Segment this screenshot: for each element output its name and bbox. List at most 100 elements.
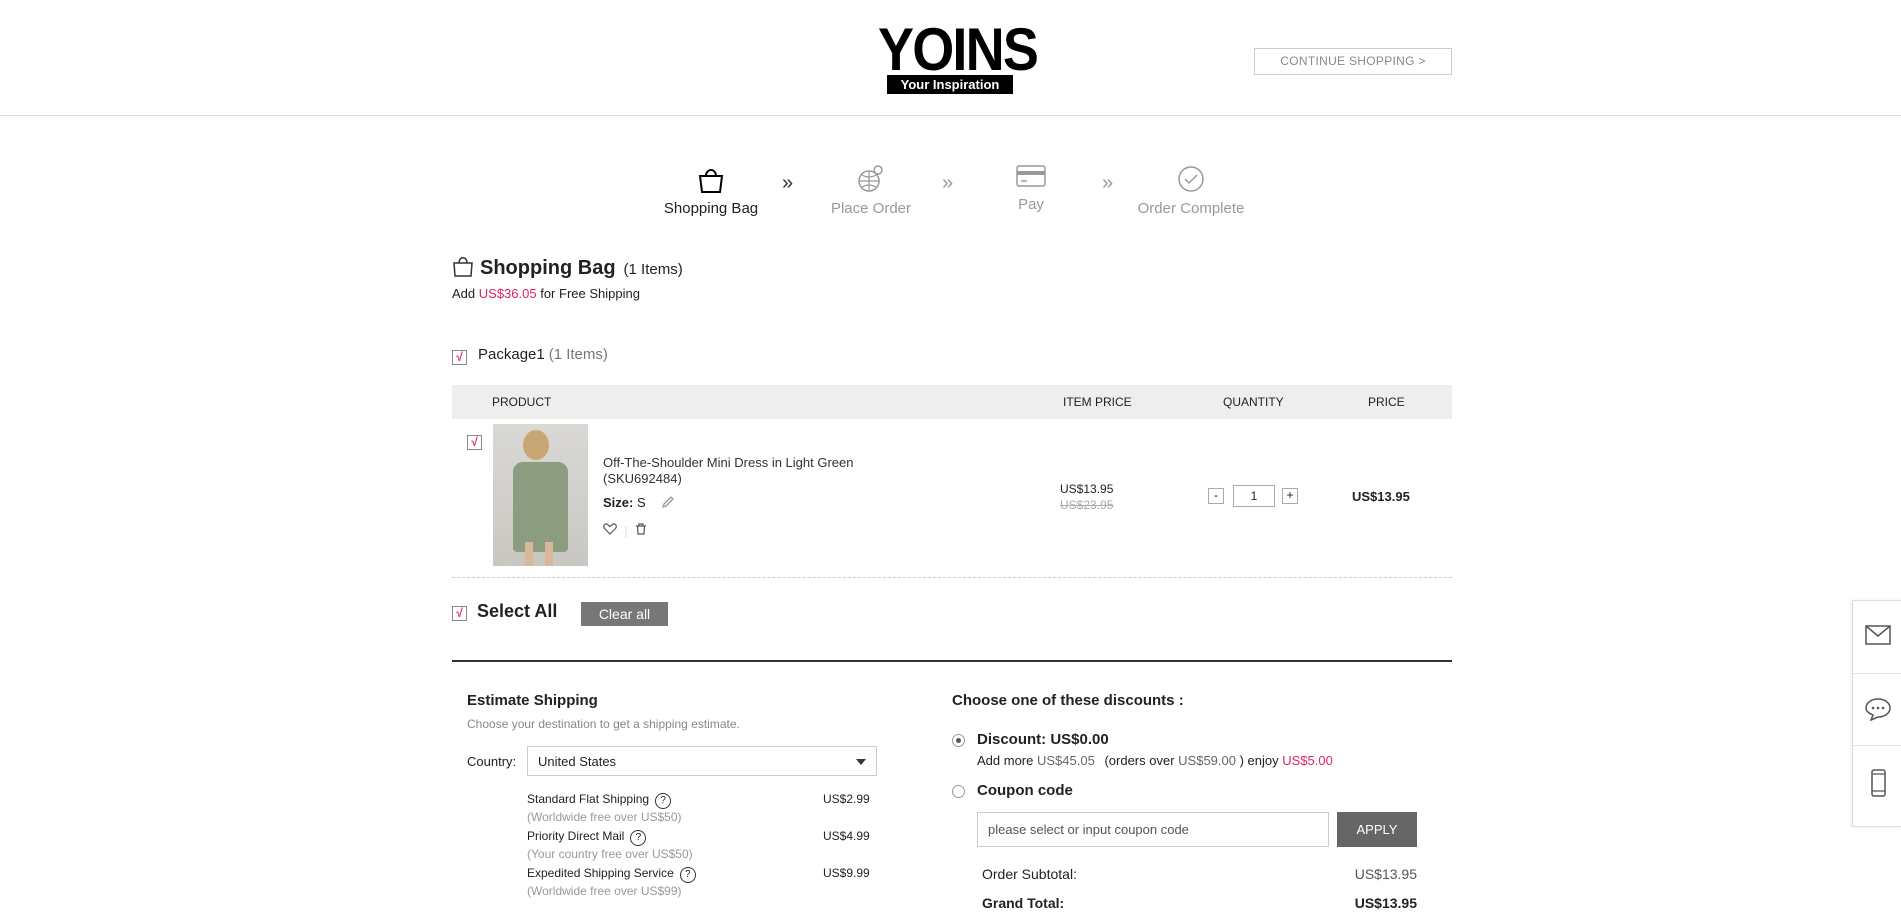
step-label: Shopping Bag [663, 200, 759, 217]
product-image[interactable] [493, 424, 588, 566]
coupon-input[interactable]: please select or input coupon code [977, 812, 1329, 847]
product-title[interactable]: Off-The-Shoulder Mini Dress in Light Gre… [603, 455, 853, 471]
size-value: S [636, 495, 646, 510]
side-contact-bar [1852, 600, 1901, 827]
shipping-option-price: US$4.99 [823, 829, 870, 843]
product-size: Size: S [603, 495, 675, 510]
step-label: Place Order [830, 200, 912, 217]
side-mail-button[interactable] [1853, 601, 1901, 674]
shipping-title: Estimate Shipping [467, 692, 598, 709]
shipping-option[interactable]: Expedited Shipping Service? (Worldwide f… [527, 865, 696, 899]
subtotal-label: Order Subtotal: [982, 866, 1077, 882]
coupon-label[interactable]: Coupon code [977, 782, 1073, 799]
table-header: PRODUCT ITEM PRICE QUANTITY PRICE [452, 385, 1452, 419]
mail-icon [1865, 625, 1891, 645]
dress-shape [513, 462, 568, 552]
site-header: YOINS Your Inspiration CONTINUE SHOPPING… [0, 0, 1901, 116]
page-title: Shopping Bag (1 Items) [452, 255, 683, 280]
product-actions: | [603, 523, 647, 538]
chevron-down-icon [856, 759, 866, 765]
header-item-price: ITEM PRICE [1063, 395, 1132, 409]
check-circle-icon [1178, 166, 1204, 192]
apply-coupon-button[interactable]: APPLY [1337, 812, 1417, 847]
free-shipping-note: Add US$36.05 for Free Shipping [452, 286, 640, 301]
phone-icon [1871, 769, 1886, 797]
discount-note-prefix: Add more [977, 753, 1034, 768]
step-place-order: Place Order [806, 164, 936, 217]
select-all-checkbox[interactable]: √ [452, 606, 467, 621]
shipping-option-note: (Your country free over US$50) [527, 847, 693, 861]
shipping-option-name: Expedited Shipping Service [527, 866, 674, 880]
shipping-option[interactable]: Standard Flat Shipping? (Worldwide free … [527, 791, 682, 825]
header-price: PRICE [1368, 395, 1405, 409]
side-phone-button[interactable] [1853, 745, 1901, 817]
side-chat-button[interactable] [1853, 673, 1901, 746]
discount-note-reward: US$5.00 [1282, 753, 1333, 768]
item-price-current: US$13.95 [1060, 482, 1114, 496]
shipping-option[interactable]: Priority Direct Mail? (Your country free… [527, 828, 693, 862]
subtotal-value: US$13.95 [1354, 866, 1417, 882]
row-total-price: US$13.95 [1352, 489, 1410, 504]
quantity-decrement-button[interactable]: - [1208, 488, 1224, 504]
quantity-input[interactable]: 1 [1233, 485, 1275, 507]
discounts-title: Choose one of these discounts : [952, 692, 1184, 709]
product-sku: (SKU692484) [603, 471, 682, 486]
header-product: PRODUCT [492, 395, 552, 409]
product-name[interactable]: Off-The-Shoulder Mini Dress in Light Gre… [603, 455, 853, 487]
quantity-increment-button[interactable]: + [1282, 488, 1298, 504]
discount-label[interactable]: Discount: US$0.00 [977, 731, 1109, 748]
clear-all-button[interactable]: Clear all [581, 602, 668, 626]
free-ship-prefix: Add [452, 286, 476, 301]
chevron-icon: » [942, 172, 954, 194]
logo[interactable]: YOINS Your Inspiration [870, 16, 1039, 94]
shipping-option-note: (Worldwide free over US$50) [527, 810, 682, 824]
section-divider [452, 660, 1452, 662]
edit-pencil-icon[interactable] [661, 495, 675, 509]
model-head [523, 430, 549, 460]
step-label: Order Complete [1137, 200, 1245, 217]
heart-icon[interactable] [603, 523, 617, 535]
shipping-option-price: US$2.99 [823, 792, 870, 806]
continue-shopping-button[interactable]: CONTINUE SHOPPING > [1254, 48, 1452, 75]
help-icon[interactable]: ? [679, 867, 696, 883]
select-all-label[interactable]: Select All [477, 601, 557, 622]
free-ship-amount: US$36.05 [478, 286, 537, 301]
discount-radio[interactable] [952, 734, 965, 747]
shipping-option-name: Standard Flat Shipping [527, 792, 650, 806]
country-select[interactable]: United States [527, 746, 877, 776]
credit-card-icon [1016, 165, 1046, 187]
help-icon[interactable]: ? [655, 793, 672, 809]
country-value: United States [538, 754, 617, 769]
trash-icon[interactable] [635, 523, 647, 535]
shipping-option-note: (Worldwide free over US$99) [527, 884, 682, 898]
package-name: Package1 [478, 346, 545, 363]
discount-note-amount: US$45.05 [1037, 753, 1095, 768]
step-shopping-bag: Shopping Bag [646, 164, 776, 217]
country-label: Country: [467, 754, 517, 769]
bag-icon [698, 169, 724, 193]
chevron-icon: » [1102, 172, 1114, 194]
logo-tagline: Your Inspiration [887, 75, 1013, 94]
header-quantity: QUANTITY [1223, 395, 1284, 409]
grand-total-label: Grand Total: [982, 895, 1065, 911]
item-checkbox[interactable]: √ [467, 435, 482, 450]
step-label: Pay [1018, 196, 1044, 213]
grand-total-value: US$13.95 [1354, 895, 1417, 911]
shipping-option-price: US$9.99 [823, 866, 870, 880]
logo-text: YOINS [878, 16, 1039, 83]
chevron-icon: » [782, 172, 794, 194]
package-checkbox[interactable]: √ [452, 350, 467, 365]
step-order-complete: Order Complete [1126, 164, 1256, 217]
item-price: US$13.95 US$23.95 [1060, 481, 1113, 513]
help-icon[interactable]: ? [630, 830, 647, 846]
bag-count: (1 Items) [623, 261, 683, 278]
package-count: (1 Items) [548, 346, 608, 363]
package-label: Package1 (1 Items) [478, 346, 608, 363]
coupon-radio[interactable] [952, 785, 965, 798]
bag-icon [453, 257, 473, 277]
globe-pin-icon [858, 165, 883, 192]
discount-note-threshold: US$59.00 [1178, 753, 1236, 768]
discount-note: Add more US$45.05 (orders over US$59.00 … [977, 753, 1333, 768]
size-label: Size: [603, 495, 634, 510]
model-leg [525, 542, 533, 566]
